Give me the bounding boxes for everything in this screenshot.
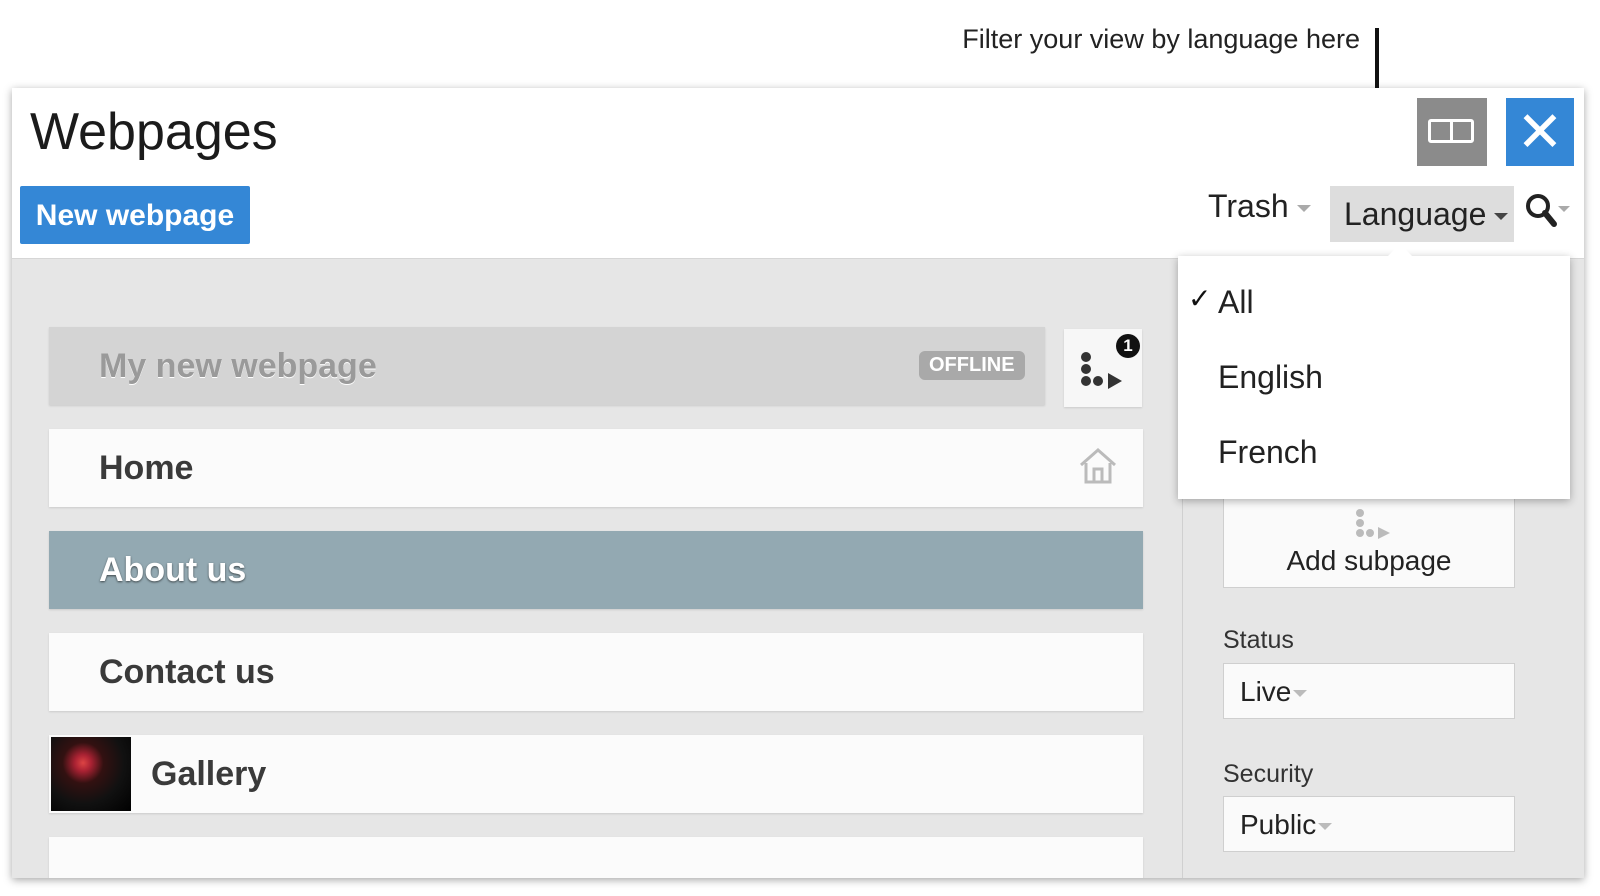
language-option-french[interactable]: French [1218,434,1318,471]
page-row-home[interactable]: Home [49,429,1143,507]
add-subpage-label: Add subpage [1286,545,1452,576]
page-row-label: Home [99,449,194,487]
new-webpage-button[interactable]: New webpage [20,186,250,244]
add-subpage-button[interactable]: Add subpage [1223,498,1515,588]
page-title: Webpages [30,103,278,161]
split-view-icon [1428,119,1474,143]
language-dropdown: ✓ All English French [1178,244,1570,499]
check-icon: ✓ [1188,283,1212,314]
page-row-label: About us [99,551,247,589]
page-row-contact-us[interactable]: Contact us [49,633,1143,711]
chevron-down-icon [1494,213,1509,221]
language-option-english[interactable]: English [1218,359,1323,396]
page-row-partial[interactable] [49,837,1143,878]
security-select[interactable]: Public [1223,796,1515,852]
language-option-all[interactable]: All [1218,284,1254,321]
language-label: Language [1344,196,1487,232]
close-icon: ✕ [1516,100,1564,163]
trash-label: Trash [1208,188,1289,224]
status-label: Status [1223,626,1294,654]
page-row-label: Contact us [99,653,275,691]
chevron-down-icon [1318,823,1333,831]
subpage-count-badge: 1 [1116,334,1140,358]
trash-menu[interactable]: Trash [1208,188,1311,225]
search-icon [1526,194,1570,227]
page-row-about-us[interactable]: About us [49,531,1143,609]
page-row-my-new-webpage[interactable]: My new webpage OFFLINE [49,327,1045,405]
status-value: Live [1240,676,1292,707]
page-row-label: My new webpage [99,347,377,385]
chevron-down-icon [1293,690,1308,698]
gallery-thumbnail [51,737,131,811]
chevron-down-icon [1296,205,1311,213]
subpages-icon [1356,509,1390,539]
page-row-label: Gallery [151,755,267,793]
split-view-button[interactable] [1417,98,1487,166]
language-menu-button[interactable]: Language [1330,186,1514,242]
security-value: Public [1240,809,1317,840]
security-label: Security [1223,760,1314,788]
offline-badge: OFFLINE [919,351,1025,380]
close-button[interactable]: ✕ [1506,98,1574,166]
page-row-gallery[interactable]: Gallery [49,735,1143,813]
home-icon [1080,447,1116,484]
search-button[interactable] [1524,192,1570,232]
language-filter-annotation: Filter your view by language here [962,24,1360,54]
status-select[interactable]: Live [1223,663,1515,719]
panel-header: Webpages New webpage ✕ Trash Language [12,88,1584,259]
